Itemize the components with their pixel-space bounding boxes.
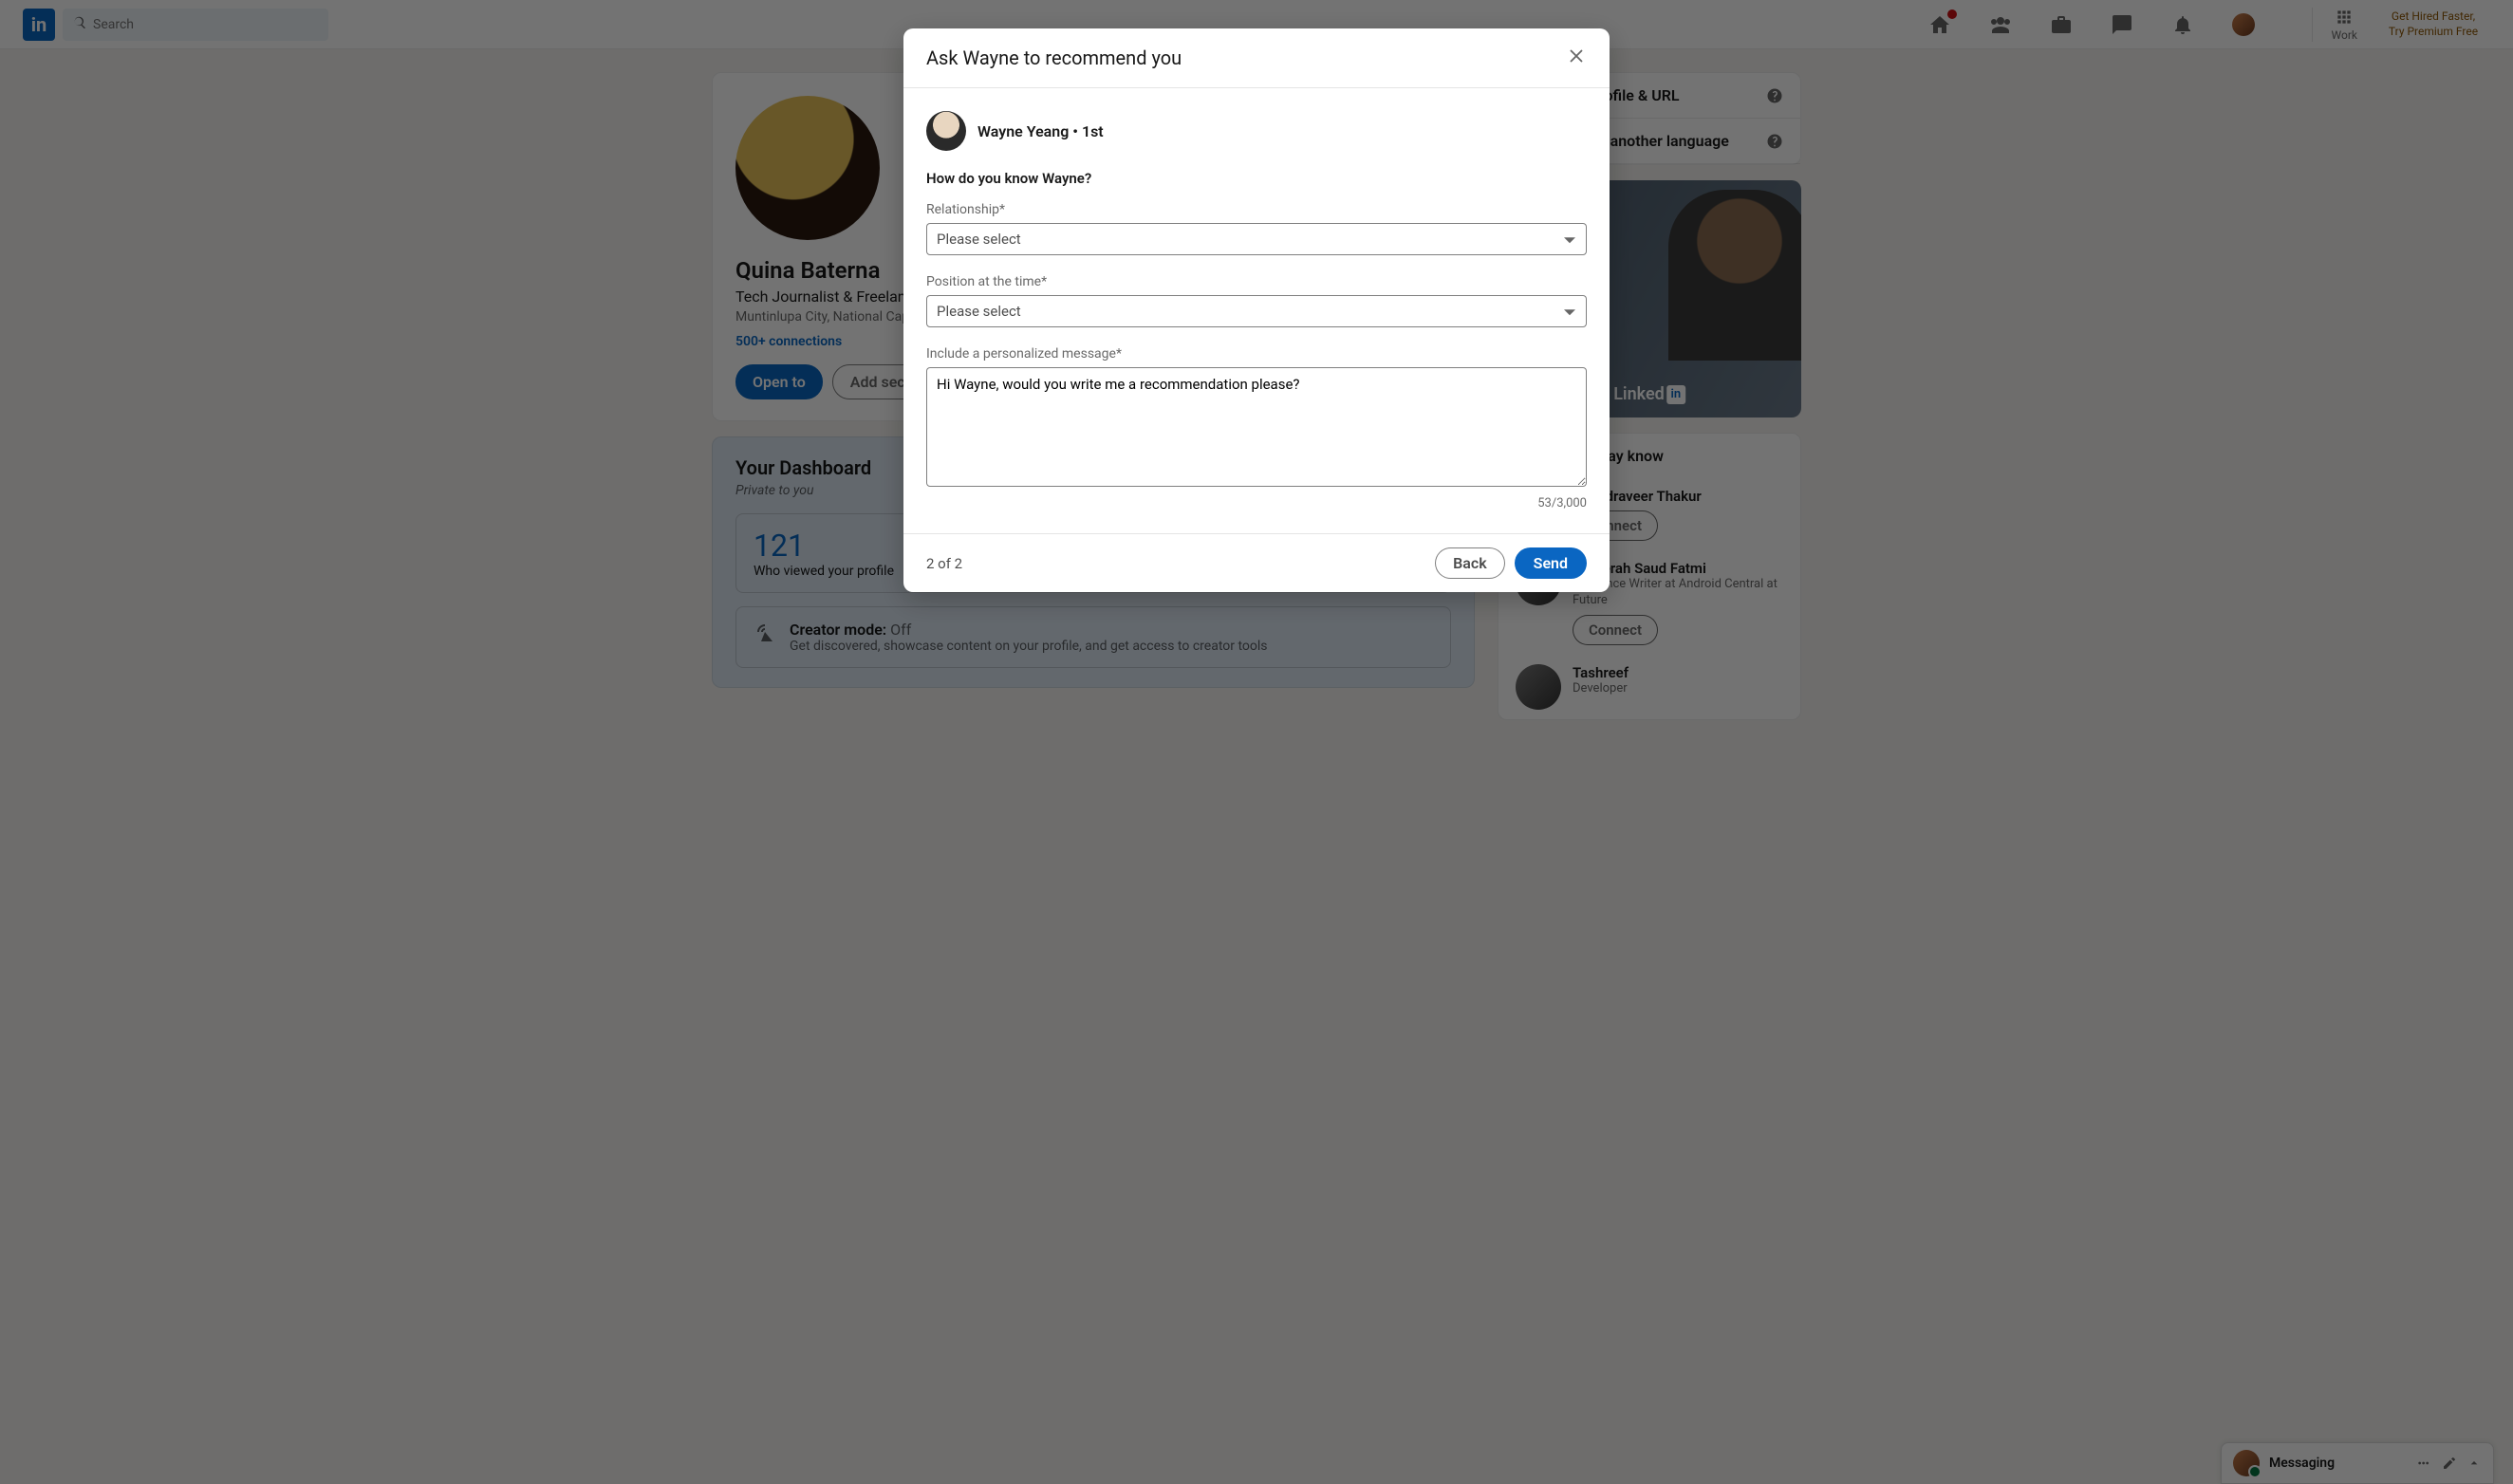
close-icon	[1566, 46, 1587, 66]
modal-footer: 2 of 2 Back Send	[903, 533, 1610, 592]
step-indicator: 2 of 2	[926, 555, 962, 572]
relationship-label: Relationship*	[926, 202, 1587, 217]
back-button[interactable]: Back	[1435, 547, 1505, 579]
recommend-modal: Ask Wayne to recommend you Wayne Yeang •…	[903, 28, 1610, 592]
send-button[interactable]: Send	[1515, 547, 1587, 579]
position-field: Position at the time* Please select	[926, 274, 1587, 327]
modal-overlay: Ask Wayne to recommend you Wayne Yeang •…	[0, 0, 2513, 1484]
position-label: Position at the time*	[926, 274, 1587, 289]
position-select[interactable]: Please select	[926, 295, 1587, 327]
relationship-field: Relationship* Please select	[926, 202, 1587, 255]
close-button[interactable]	[1566, 46, 1587, 70]
char-counter: 53/3,000	[926, 496, 1587, 510]
modal-header: Ask Wayne to recommend you	[903, 28, 1610, 88]
person-name-degree: Wayne Yeang • 1st	[977, 122, 1104, 140]
modal-body: Wayne Yeang • 1st How do you know Wayne?…	[903, 88, 1610, 533]
modal-title: Ask Wayne to recommend you	[926, 46, 1182, 69]
relationship-select[interactable]: Please select	[926, 223, 1587, 255]
recommend-person: Wayne Yeang • 1st	[926, 111, 1587, 151]
avatar	[926, 111, 966, 151]
message-textarea[interactable]	[926, 367, 1587, 487]
message-field: Include a personalized message* 53/3,000	[926, 346, 1587, 510]
modal-question: How do you know Wayne?	[926, 170, 1587, 187]
message-label: Include a personalized message*	[926, 346, 1587, 362]
